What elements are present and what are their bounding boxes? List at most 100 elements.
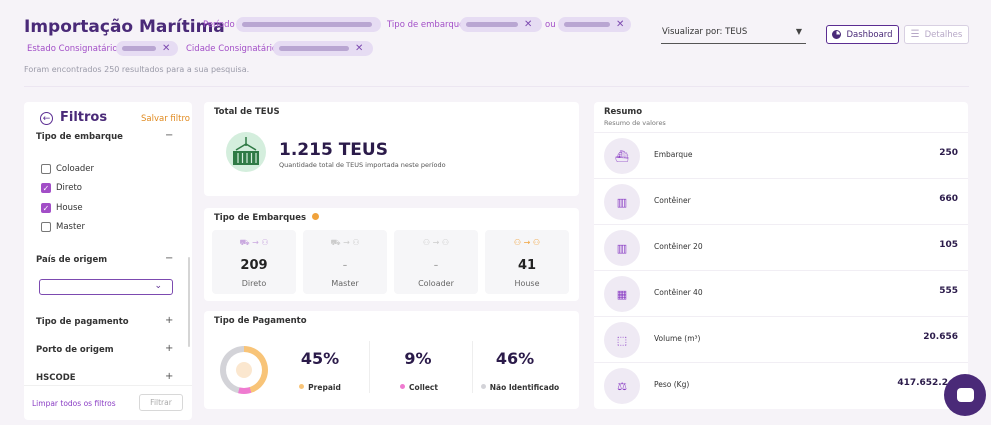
resumo-label: Embarque (654, 150, 693, 159)
resumo-row-conteiner-40: ▦ Contêiner 40 555 (594, 270, 968, 316)
porto-origem-section[interactable]: Porto de origem (36, 345, 114, 355)
redacted-value (564, 22, 610, 27)
container-40-icon: ▦ (604, 276, 640, 312)
teus-description: Quantidade total de TEUS importada neste… (279, 161, 446, 169)
page-header: Importação Marítima Período Tipo de emba… (0, 0, 991, 88)
visualizar-select[interactable]: Visualizar por: TEUS ▼ (661, 24, 806, 44)
cidade-label: Cidade Consignatário (186, 44, 278, 54)
filter-button[interactable]: Filtrar (139, 394, 183, 411)
embarque-label: Master (331, 279, 359, 288)
periodo-label: Período (203, 20, 235, 30)
teus-total: 1.215 TEUS (279, 140, 388, 160)
redacted-value (242, 22, 372, 27)
redacted-value (122, 46, 156, 51)
save-filter-link[interactable]: Salvar filtro (141, 114, 190, 124)
pais-origem-dropdown[interactable]: ⌄ (39, 279, 173, 295)
tipo-embarque-chip-1[interactable]: ✕ (460, 17, 542, 32)
back-arrow-icon[interactable]: ← (40, 112, 53, 125)
card-title-text: Tipo de Embarques (214, 213, 307, 223)
tipo-embarque-chip-2[interactable]: ✕ (558, 17, 631, 32)
option-label: House (56, 203, 83, 213)
dashboard-label: Dashboard (846, 29, 893, 40)
checkbox-house[interactable]: ✓ (41, 203, 51, 213)
resumo-label: Contêiner 20 (654, 242, 703, 251)
ship-icon: ⛴ (604, 138, 640, 174)
header-divider (24, 86, 969, 87)
close-icon[interactable]: ✕ (355, 43, 363, 54)
list-icon: ☰ (910, 29, 920, 40)
close-icon[interactable]: ✕ (616, 19, 624, 30)
embarque-label: Direto (241, 279, 267, 288)
container-icon: ▥ (604, 184, 640, 220)
dashboard-button[interactable]: Dashboard (826, 25, 899, 44)
weight-scale-icon: ⚖ (604, 368, 640, 404)
embarque-value: - (433, 258, 439, 273)
person-to-person-icon: ⚇ → ⚇ (422, 238, 450, 247)
cidade-chip[interactable]: ✕ (273, 41, 373, 56)
collapse-icon[interactable]: − (165, 130, 173, 141)
checkbox-master[interactable] (41, 222, 51, 232)
redacted-value (279, 46, 349, 51)
info-icon[interactable] (312, 213, 320, 220)
resumo-value: 660 (939, 194, 958, 204)
tipo-pagamento-card: Tipo de Pagamento 45% Prepaid 9% Collect… (204, 311, 579, 409)
resumo-row-conteiner: ▥ Contêiner 660 (594, 178, 968, 224)
embarque-direto: ⛟ → ⚇ 209 Direto (212, 230, 296, 294)
estado-chip[interactable]: ✕ (116, 41, 178, 56)
close-icon[interactable]: ✕ (524, 19, 532, 30)
expand-icon[interactable]: + (165, 371, 173, 382)
tipo-embarques-card: Tipo de Embarques ⛟ → ⚇ 209 Direto ⛟ → ⚇… (204, 208, 579, 301)
resumo-row-peso: ⚖ Peso (Kg) 417.652.2 (594, 362, 968, 408)
embarque-coloader: ⚇ → ⚇ - Coloader (394, 230, 478, 294)
redacted-value (466, 22, 518, 27)
card-subtitle: Resumo de valores (604, 119, 666, 127)
estado-label: Estado Consignatário (27, 44, 118, 54)
tipo-pagamento-section[interactable]: Tipo de pagamento (36, 317, 129, 327)
container-20-icon: ▥ (604, 230, 640, 266)
resumo-label: Volume (m³) (654, 334, 701, 343)
container-crane-icon (226, 132, 266, 172)
collect-legend: Collect (369, 383, 469, 392)
collapse-icon[interactable]: − (165, 253, 173, 264)
hscode-section[interactable]: HSCODE (36, 373, 76, 383)
resumo-value: 555 (939, 286, 958, 296)
pie-chart-icon (832, 30, 842, 39)
chat-bubble-icon (956, 388, 974, 402)
pais-origem-section[interactable]: País de origem (36, 255, 107, 265)
box-volume-icon: ⬚ (604, 322, 640, 358)
expand-icon[interactable]: + (165, 315, 173, 326)
detalhes-label: Detalhes (924, 29, 963, 40)
expand-icon[interactable]: + (165, 343, 173, 354)
embarque-master: ⛟ → ⚇ - Master (303, 230, 387, 294)
resumo-label: Contêiner (654, 196, 691, 205)
periodo-chip[interactable] (236, 17, 381, 32)
resumo-value: 417.652.2 (897, 378, 948, 388)
card-title: Tipo de Embarques (214, 213, 320, 223)
ou-label: ou (545, 20, 556, 30)
checkbox-coloader[interactable] (41, 164, 51, 174)
embarque-house: ⚇ → ⚇ 41 House (485, 230, 569, 294)
chat-button[interactable] (944, 374, 986, 416)
tipo-embarque-section[interactable]: Tipo de embarque (36, 132, 123, 142)
card-title: Resumo (604, 107, 643, 117)
page-title: Importação Marítima (24, 17, 225, 37)
checkbox-direto[interactable]: ✓ (41, 183, 51, 193)
detalhes-button[interactable]: ☰ Detalhes (904, 25, 969, 44)
payment-donut-chart (220, 346, 268, 394)
visualizar-value: Visualizar por: TEUS (662, 27, 748, 37)
resumo-label: Peso (Kg) (654, 380, 690, 389)
embarque-value: 209 (240, 258, 268, 273)
embarque-label: House (514, 279, 540, 288)
resumo-row-volume: ⬚ Volume (m³) 20.656 (594, 316, 968, 362)
card-title: Total de TEUS (214, 107, 280, 117)
option-label: Master (56, 222, 86, 232)
embarque-value: - (342, 258, 348, 273)
scrollbar[interactable] (188, 257, 190, 347)
prepaid-percent: 45% (300, 349, 340, 368)
clear-filters-link[interactable]: Limpar todos os filtros (32, 399, 116, 408)
resumo-card: Resumo Resumo de valores ⛴ Embarque 250 … (594, 102, 968, 409)
result-count: Foram encontrados 250 resultados para a … (24, 65, 250, 74)
option-label: Direto (56, 183, 82, 193)
close-icon[interactable]: ✕ (162, 43, 170, 54)
resumo-label: Contêiner 40 (654, 288, 703, 297)
